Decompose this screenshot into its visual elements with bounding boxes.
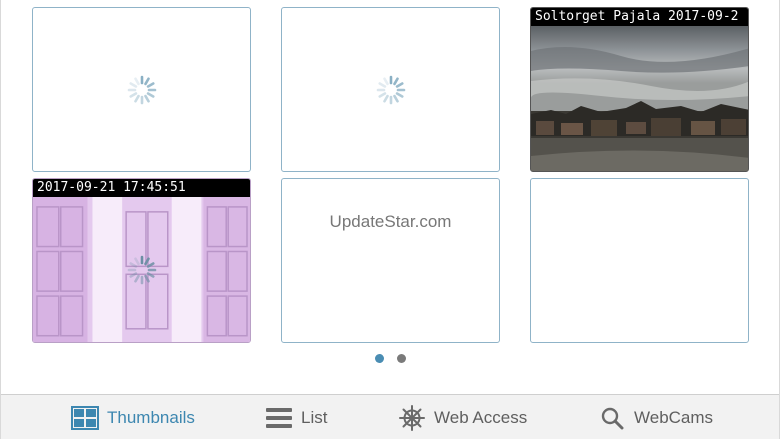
search-icon — [598, 404, 626, 432]
tab-label: Thumbnails — [107, 407, 195, 427]
list-icon — [265, 404, 293, 432]
tab-label: WebCams — [634, 407, 714, 427]
ad-watermark-text: UpdateStar.com — [329, 212, 452, 231]
loading-spinner-icon — [376, 75, 405, 104]
tab-thumbnails[interactable]: Thumbnails — [71, 395, 195, 439]
tab-web-access[interactable]: Web Access — [398, 395, 527, 439]
webcam-image — [531, 26, 748, 171]
thumbnails-grid-icon — [71, 404, 99, 432]
tab-webcams[interactable]: WebCams — [598, 395, 713, 439]
camera-tile-1[interactable] — [32, 7, 251, 172]
camera-caption: 2017-09-21 17:45:51 — [33, 179, 250, 197]
page-dot-2[interactable] — [397, 354, 406, 363]
camera-tile-6[interactable] — [530, 178, 749, 343]
page-indicator — [1, 354, 780, 364]
tab-label: Web Access — [434, 407, 528, 427]
camera-tile-5[interactable]: UpdateStar.com — [281, 178, 500, 343]
bottom-tab-bar: Thumbnails List Web Access WebCams — [1, 394, 779, 439]
page-dot-1[interactable] — [375, 354, 384, 363]
camera-tile-4[interactable]: 2017-09-21 17:45:51 — [32, 178, 251, 343]
loading-spinner-icon — [127, 75, 156, 104]
tab-label: List — [301, 407, 328, 427]
loading-spinner-icon — [127, 255, 156, 285]
ship-wheel-icon — [398, 404, 426, 432]
tab-list[interactable]: List — [265, 395, 327, 439]
camera-tile-3[interactable]: Soltorget Pajala 2017-09-2 — [530, 7, 749, 172]
camera-tile-2[interactable] — [281, 7, 500, 172]
thumbnail-grid: Soltorget Pajala 2017-09-2 2017-09-21 17… — [1, 0, 780, 350]
camera-caption: Soltorget Pajala 2017-09-2 — [531, 8, 748, 26]
